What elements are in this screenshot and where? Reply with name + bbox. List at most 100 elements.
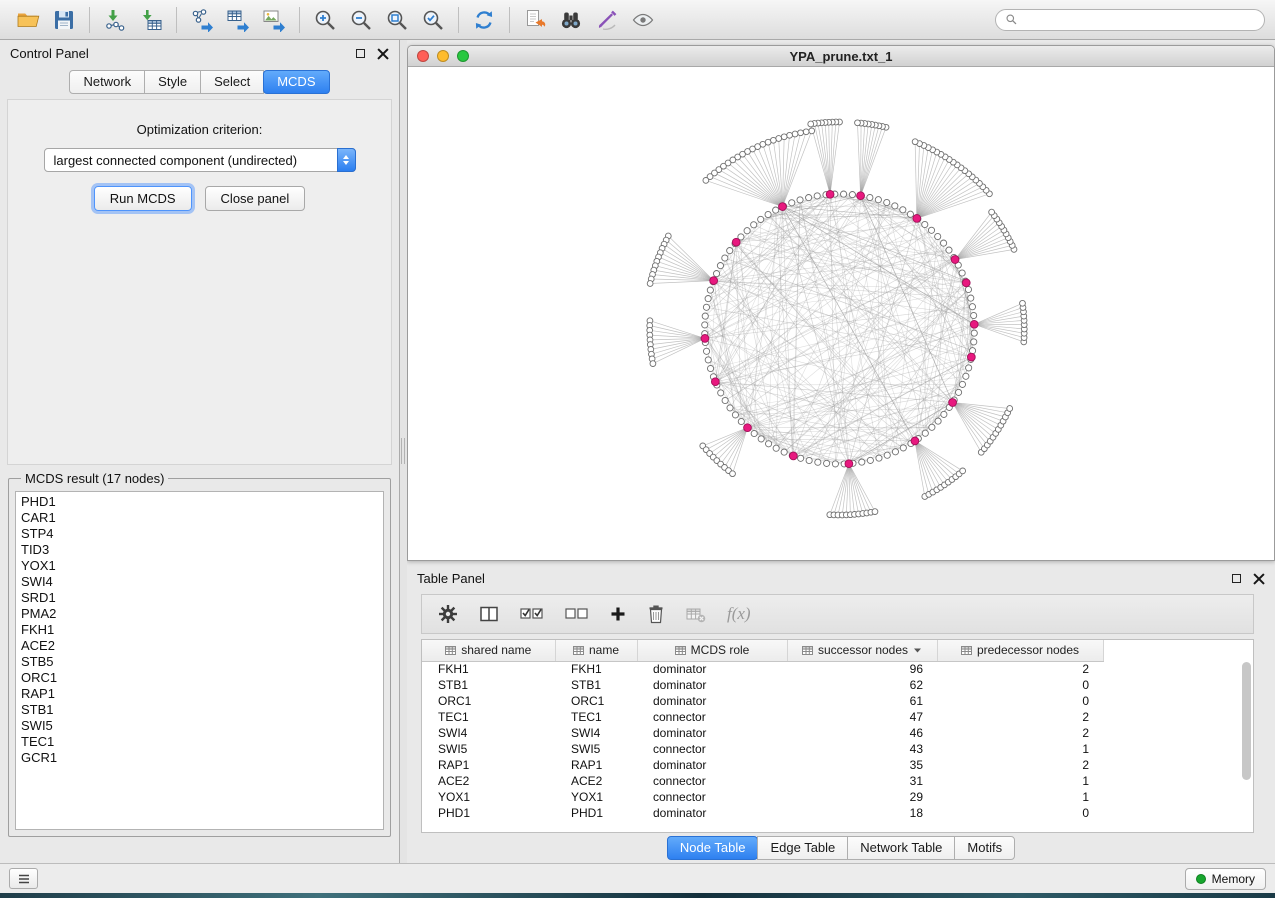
mcds-result-item[interactable]: STB5 xyxy=(21,654,378,670)
network-hub-node[interactable] xyxy=(970,320,978,328)
network-node[interactable] xyxy=(971,312,977,318)
tab-network[interactable]: Network xyxy=(69,70,145,94)
zoom-out-button[interactable] xyxy=(343,4,379,36)
network-node[interactable] xyxy=(841,191,847,197)
network-node[interactable] xyxy=(971,330,977,336)
network-node[interactable] xyxy=(922,430,928,436)
network-node[interactable] xyxy=(705,357,711,363)
network-node[interactable] xyxy=(965,286,971,292)
tab-edge-table[interactable]: Edge Table xyxy=(757,836,848,860)
table-row[interactable]: SWI4SWI4dominator462 xyxy=(422,725,1103,741)
network-hub-node[interactable] xyxy=(744,424,752,432)
search-input[interactable] xyxy=(1024,13,1255,27)
column-header-MCDS-role[interactable]: MCDS role xyxy=(637,640,787,661)
network-node[interactable] xyxy=(717,263,723,269)
scrollbar-thumb[interactable] xyxy=(1242,662,1251,780)
network-node[interactable] xyxy=(713,271,719,277)
network-node[interactable] xyxy=(946,247,952,253)
network-hub-node[interactable] xyxy=(951,256,959,264)
network-hub-node[interactable] xyxy=(732,238,740,246)
network-node[interactable] xyxy=(727,405,733,411)
network-node[interactable] xyxy=(815,459,821,465)
export-image-button[interactable] xyxy=(256,4,292,36)
save-session-button[interactable] xyxy=(46,4,82,36)
table-row[interactable]: FKH1FKH1dominator962 xyxy=(422,661,1103,677)
create-column-button[interactable] xyxy=(610,606,626,622)
network-node[interactable] xyxy=(867,457,873,463)
network-node[interactable] xyxy=(884,199,890,205)
network-node[interactable] xyxy=(806,195,812,201)
network-node[interactable] xyxy=(814,193,820,199)
network-node[interactable] xyxy=(705,296,711,302)
network-hub-node[interactable] xyxy=(911,437,919,445)
select-all-columns-button[interactable] xyxy=(520,604,544,624)
network-node[interactable] xyxy=(727,248,733,254)
column-header-successor-nodes[interactable]: successor nodes xyxy=(787,640,937,661)
mcds-result-item[interactable]: CAR1 xyxy=(21,510,378,526)
float-panel-icon[interactable] xyxy=(356,49,365,58)
network-hub-node[interactable] xyxy=(962,279,970,287)
deselect-all-columns-button[interactable] xyxy=(565,604,589,624)
minimize-window-icon[interactable] xyxy=(437,50,449,62)
import-network-button[interactable] xyxy=(97,4,133,36)
network-hub-node[interactable] xyxy=(710,277,718,285)
network-node[interactable] xyxy=(876,455,882,461)
network-node[interactable] xyxy=(773,445,779,451)
export-network-button[interactable] xyxy=(184,4,220,36)
find-button[interactable] xyxy=(553,4,589,36)
network-node[interactable] xyxy=(773,207,779,213)
table-row[interactable]: TEC1TEC1connector472 xyxy=(422,709,1103,725)
table-settings-button[interactable] xyxy=(438,604,458,624)
network-node[interactable] xyxy=(647,281,653,287)
network-node[interactable] xyxy=(935,418,941,424)
tab-mcds[interactable]: MCDS xyxy=(263,70,329,94)
memory-button[interactable]: Memory xyxy=(1185,868,1266,890)
network-node[interactable] xyxy=(859,459,865,465)
mcds-result-item[interactable]: SWI4 xyxy=(21,574,378,590)
network-node[interactable] xyxy=(922,221,928,227)
mcds-result-item[interactable]: PMA2 xyxy=(21,606,378,622)
network-node[interactable] xyxy=(738,418,744,424)
network-hub-node[interactable] xyxy=(967,353,975,361)
network-node[interactable] xyxy=(744,228,750,234)
network-node[interactable] xyxy=(765,211,771,217)
network-hub-node[interactable] xyxy=(845,460,853,468)
network-node[interactable] xyxy=(940,240,946,246)
zoom-fit-button[interactable] xyxy=(379,4,415,36)
close-window-icon[interactable] xyxy=(417,50,429,62)
network-node[interactable] xyxy=(935,233,941,239)
table-row[interactable]: PHD1PHD1dominator180 xyxy=(422,805,1103,821)
float-panel-icon[interactable] xyxy=(1232,574,1241,583)
network-hub-node[interactable] xyxy=(857,192,865,200)
network-node[interactable] xyxy=(966,365,972,371)
network-node[interactable] xyxy=(867,194,873,200)
network-hub-node[interactable] xyxy=(711,378,719,386)
mcds-result-item[interactable]: YOX1 xyxy=(21,558,378,574)
network-node[interactable] xyxy=(751,222,757,228)
network-node[interactable] xyxy=(971,339,977,345)
zoom-window-icon[interactable] xyxy=(457,50,469,62)
network-hub-node[interactable] xyxy=(913,215,921,223)
network-node[interactable] xyxy=(650,361,656,367)
network-hub-node[interactable] xyxy=(779,203,787,211)
network-node[interactable] xyxy=(751,430,757,436)
close-panel-button[interactable]: Close panel xyxy=(205,186,306,211)
network-node[interactable] xyxy=(787,132,793,138)
mcds-result-item[interactable]: ORC1 xyxy=(21,670,378,686)
network-node[interactable] xyxy=(792,131,798,137)
network-node[interactable] xyxy=(900,445,906,451)
network-node[interactable] xyxy=(929,424,935,430)
column-header-name[interactable]: name xyxy=(555,640,637,661)
network-hub-node[interactable] xyxy=(826,190,834,198)
network-node[interactable] xyxy=(797,197,803,203)
network-node[interactable] xyxy=(824,460,830,466)
table-row[interactable]: RAP1RAP1dominator352 xyxy=(422,757,1103,773)
tab-node-table[interactable]: Node Table xyxy=(667,836,759,860)
network-node[interactable] xyxy=(703,304,709,310)
close-panel-icon[interactable] xyxy=(377,48,389,60)
network-node[interactable] xyxy=(907,211,913,217)
mcds-result-item[interactable]: TEC1 xyxy=(21,734,378,750)
show-hide-button[interactable] xyxy=(625,4,661,36)
network-node[interactable] xyxy=(707,287,713,293)
mcds-result-item[interactable]: GCR1 xyxy=(21,750,378,766)
